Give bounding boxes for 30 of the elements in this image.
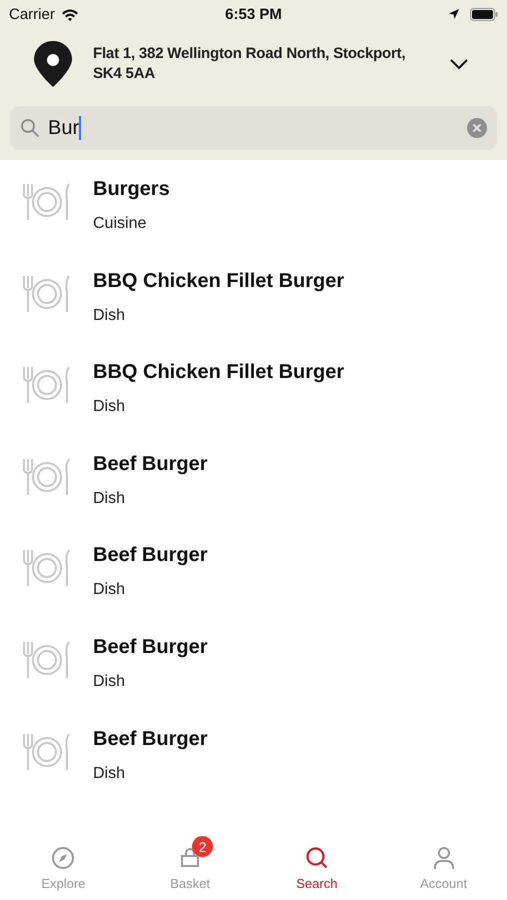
battery-icon	[470, 8, 498, 20]
result-title[interactable]: Beef Burger	[93, 636, 208, 659]
tab-button[interactable]: 2 Basket	[126, 834, 254, 900]
delivery-address[interactable]: Flat 1, 382 Wellington Road North, Stockport, SK4 5AA	[93, 44, 429, 84]
wifi-icon	[60, 8, 79, 20]
compass-icon	[51, 846, 76, 870]
result-type: Dish	[93, 398, 126, 416]
result-type: Dish	[93, 764, 126, 783]
result-type: Dish	[93, 672, 126, 691]
result-type: Cuisine	[93, 215, 148, 233]
count-badge: 2	[192, 836, 214, 857]
map-pin-icon	[33, 40, 73, 88]
carrier-label: Carrier	[9, 6, 55, 22]
result-type: Dish	[93, 581, 126, 600]
search-icon	[20, 118, 40, 138]
search-field[interactable]: Bur	[10, 106, 497, 150]
result-type: Dish	[93, 306, 126, 325]
result-title[interactable]: BBQ Chicken Fillet Burger	[93, 361, 344, 384]
location-arrow-icon	[448, 8, 460, 20]
clock-time: 6:53 PM	[225, 6, 282, 22]
chevron-down-icon[interactable]	[449, 58, 469, 70]
result-title[interactable]: Burgers	[93, 178, 170, 201]
result-title[interactable]: Beef Burger	[93, 544, 208, 568]
result-title[interactable]: Beef Burger	[93, 728, 208, 751]
result-title[interactable]: BBQ Chicken Fillet Burger	[93, 270, 344, 293]
search-icon	[304, 846, 329, 870]
result-type: Dish	[93, 490, 126, 508]
tab-button[interactable]: Search	[254, 834, 380, 900]
person-icon	[432, 846, 456, 870]
result-title[interactable]: Beef Burger	[93, 452, 208, 476]
